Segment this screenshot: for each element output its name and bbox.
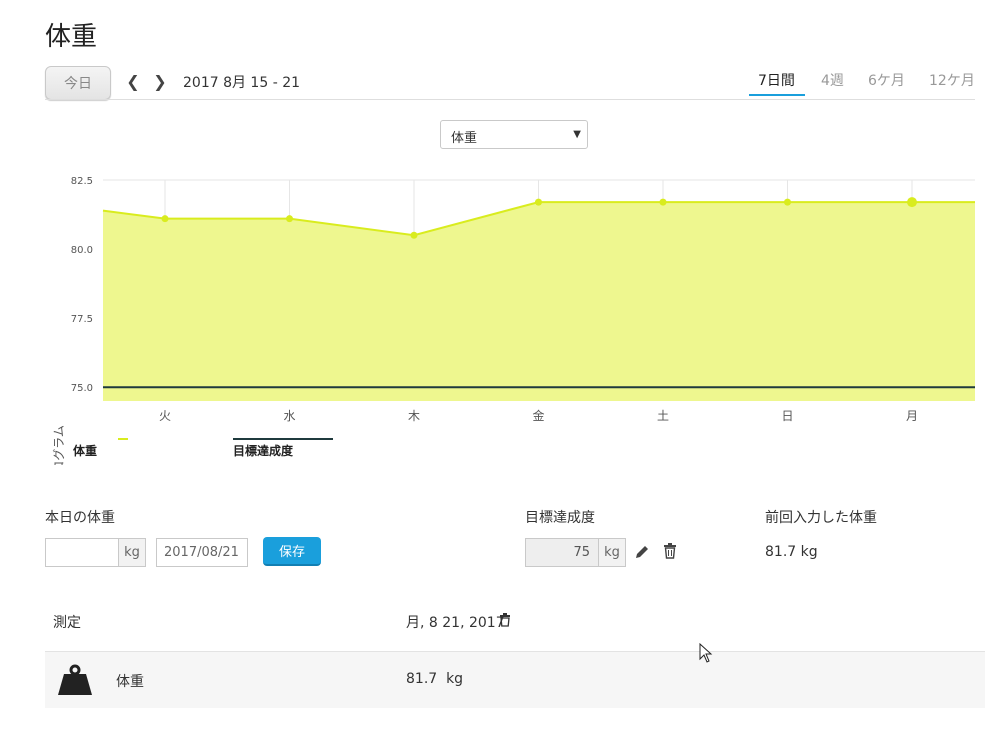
- legend-weight-swatch: [118, 438, 128, 440]
- weight-point: [784, 198, 791, 206]
- legend-goal[interactable]: 目標達成度: [233, 442, 293, 459]
- next-period-icon[interactable]: ❯: [153, 72, 167, 91]
- x-tick-label: 日: [781, 409, 793, 423]
- save-button[interactable]: 保存: [263, 537, 321, 566]
- pencil-icon[interactable]: [634, 544, 650, 560]
- row-value: 81.7: [406, 671, 438, 687]
- weight-point: [410, 231, 418, 239]
- metric-select-value: 体重: [451, 131, 478, 146]
- weight-input[interactable]: [45, 538, 119, 567]
- date-field[interactable]: 2017/08/21: [156, 538, 248, 567]
- chevron-down-icon: ▼: [573, 129, 581, 140]
- tab-7-days[interactable]: 7日間: [758, 70, 795, 90]
- prev-period-icon[interactable]: ❮: [126, 72, 140, 91]
- legend-weight[interactable]: 体重: [73, 442, 97, 459]
- x-tick-label: 火: [159, 409, 171, 423]
- date-range: 2017 8月 15 - 21: [183, 75, 301, 91]
- weight-chart: 82.5 80.0 77.5 75.0 火 水 木 金 土 日 月 キログラム: [52, 176, 975, 465]
- weight-icon: [58, 664, 92, 695]
- x-tick-label: 木: [408, 409, 420, 423]
- tab-12-months[interactable]: 12ケ月: [929, 70, 975, 90]
- page-title: 体重: [45, 22, 98, 52]
- last-weight-label: 前回入力した体重: [765, 510, 877, 526]
- goal-unit: kg: [599, 538, 626, 567]
- row-unit: kg: [446, 671, 464, 687]
- today-weight-label: 本日の体重: [45, 510, 115, 526]
- y-tick-labels: 82.5 80.0 77.5 75.0: [71, 176, 93, 394]
- last-weight-value: 81.7 kg: [765, 544, 818, 560]
- mouse-cursor-icon: [699, 643, 713, 663]
- y-tick-label: 77.5: [71, 314, 93, 325]
- y-tick-label: 82.5: [71, 176, 93, 187]
- x-tick-labels: 火水木金土日月: [159, 408, 918, 423]
- metric-select[interactable]: 体重 ▼: [440, 120, 588, 149]
- x-tick-label: 金: [532, 408, 544, 423]
- header-divider: [45, 99, 975, 100]
- y-tick-label: 75.0: [71, 383, 93, 394]
- weight-point: [161, 215, 169, 223]
- active-tab-indicator: [749, 94, 805, 96]
- table-header-date: 月, 8 21, 2017: [406, 615, 505, 631]
- table-header-label: 測定: [53, 615, 81, 631]
- legend-goal-swatch: [233, 438, 333, 440]
- today-button[interactable]: 今日: [45, 66, 111, 100]
- weight-point: [535, 198, 542, 206]
- x-tick-label: 水: [283, 409, 295, 423]
- goal-field[interactable]: 75: [525, 538, 599, 567]
- weight-point: [286, 215, 293, 223]
- weight-area: [103, 202, 975, 401]
- weight-point: [659, 198, 667, 206]
- tab-4-weeks[interactable]: 4週: [821, 70, 844, 90]
- tab-6-months[interactable]: 6ケ月: [868, 70, 905, 90]
- goal-label: 目標達成度: [525, 510, 595, 526]
- weight-point: [907, 197, 917, 208]
- x-tick-label: 土: [657, 409, 669, 423]
- table-row: 体重 81.7 kg: [45, 652, 985, 708]
- y-tick-label: 80.0: [71, 245, 93, 256]
- row-label: 体重: [116, 674, 144, 690]
- trash-icon[interactable]: [663, 543, 677, 559]
- delete-measurement-icon[interactable]: [499, 613, 511, 627]
- x-tick-label: 月: [906, 409, 918, 423]
- y-axis-label: キログラム: [52, 425, 66, 465]
- weight-unit: kg: [119, 538, 146, 567]
